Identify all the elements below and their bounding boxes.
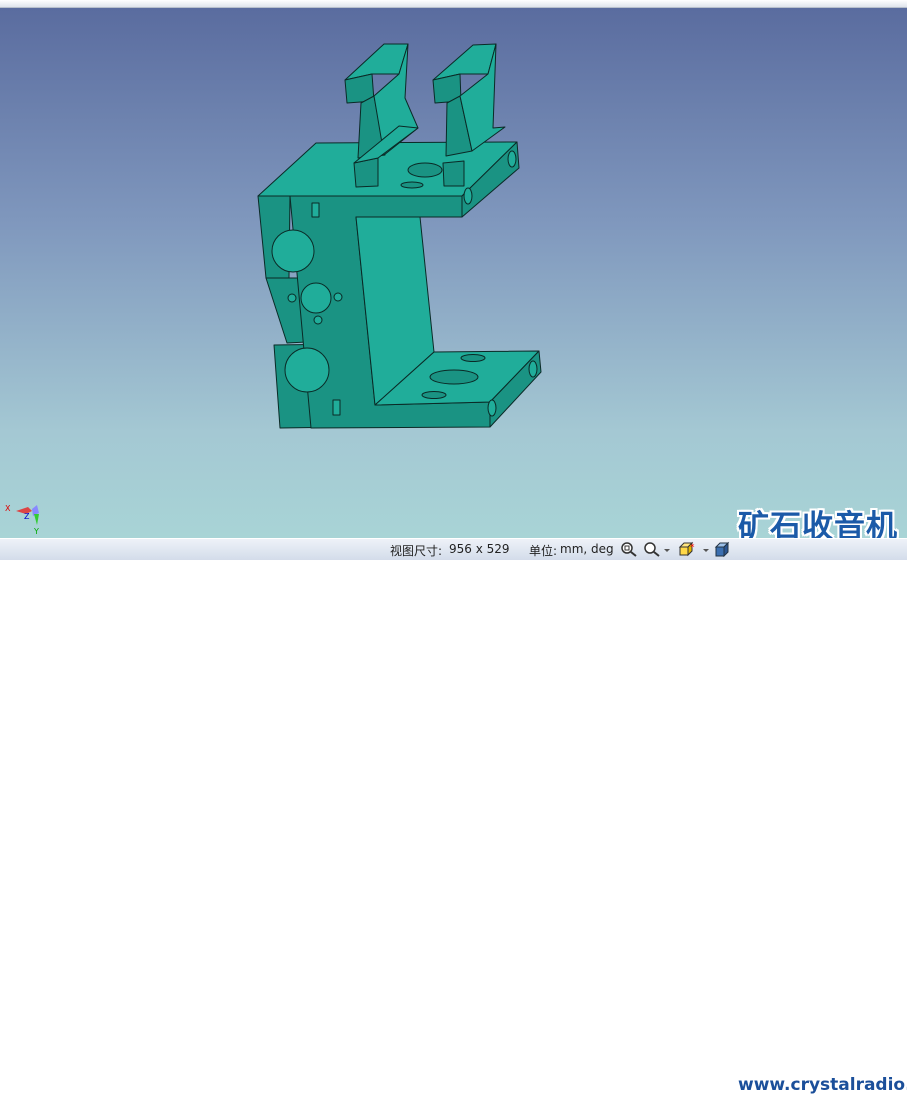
view-dropdown-chevron-icon[interactable] [702,541,710,557]
3d-viewport[interactable]: X Z Y 矿石收音机 [0,8,907,545]
axis-triad: X Z Y [2,496,52,541]
triad-y-label: Y [33,527,39,536]
view-size-value: 956 x 529 [449,542,510,556]
slot [311,202,320,218]
hole [487,399,497,417]
hole [460,354,486,362]
triad-x-label: X [5,504,11,513]
units-value: mm, deg [560,542,614,556]
view-cube-add-icon[interactable]: * [678,541,696,557]
view-size-label: 视图尺寸: [390,544,443,558]
hole [271,229,315,273]
window-top-bar [0,0,907,8]
hole [507,150,517,168]
hole [407,162,443,178]
svg-text:*: * [690,543,695,553]
hole [287,293,297,303]
status-bar: 视图尺寸: 956 x 529 单位: mm, deg * www.crysta… [0,538,907,1095]
triad-z-label: Z [24,512,30,521]
3d-model[interactable] [0,8,907,538]
zoom-fit-icon[interactable] [620,541,638,557]
hole [300,282,332,314]
hole [429,369,479,385]
watermark-url: www.crystalradio.cn [738,1075,907,1095]
hole [284,347,330,393]
zoom-icon[interactable] [643,541,661,557]
model-face [442,160,465,187]
hole [313,315,323,325]
hole [463,187,473,205]
view-box-icon[interactable] [714,541,732,558]
hole [400,181,424,189]
units-label: 单位: [529,544,558,558]
hole [421,391,447,399]
slot [332,399,341,416]
zoom-dropdown-chevron-icon[interactable] [663,541,671,557]
hole [528,360,538,378]
hole [333,292,343,302]
